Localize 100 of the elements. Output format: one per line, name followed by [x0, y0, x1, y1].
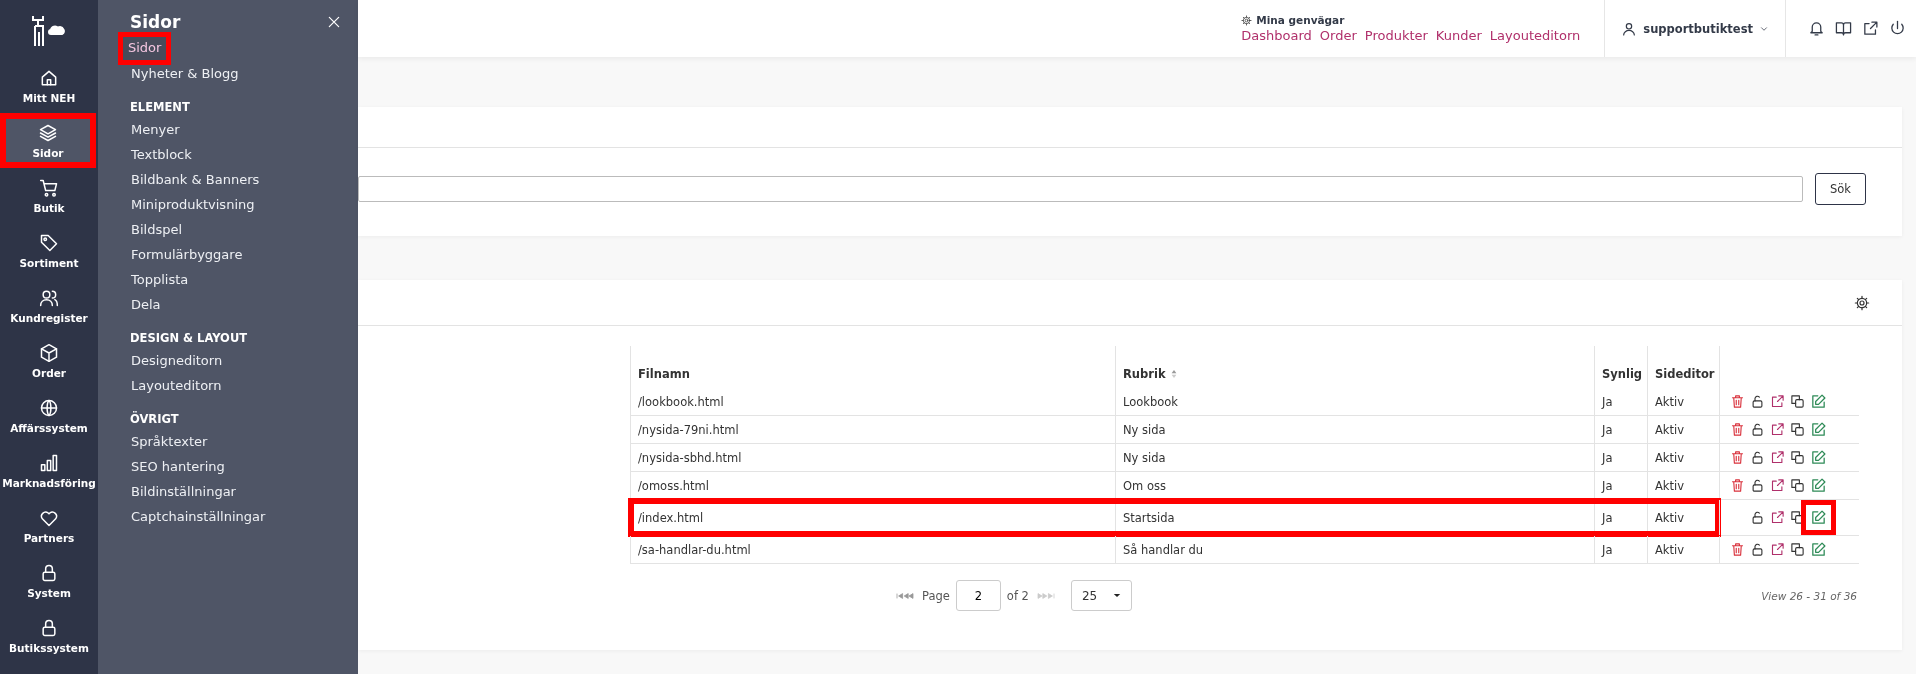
external-link-icon[interactable] — [1770, 509, 1785, 526]
edit-icon — [1810, 477, 1827, 494]
lock-icon[interactable] — [1750, 477, 1765, 494]
copy-icon[interactable] — [1790, 449, 1805, 466]
table-cell: Så handlar du — [1115, 536, 1594, 563]
gear-icon — [1241, 14, 1253, 26]
delete-icon[interactable] — [1730, 477, 1745, 494]
edit-button[interactable] — [1810, 477, 1827, 494]
column-header[interactable]: Rubrik — [1115, 346, 1594, 388]
section-heading: DESIGN & LAYOUT — [130, 330, 248, 347]
lock-icon[interactable] — [1750, 449, 1765, 466]
copy-icon[interactable] — [1790, 421, 1805, 438]
external-link-icon[interactable] — [1770, 541, 1785, 558]
table-cell: Ny sida — [1115, 416, 1594, 443]
page-field[interactable]: 2 — [955, 580, 1001, 611]
menu-link[interactable]: Miniproduktvisning — [130, 192, 256, 217]
copy-icon[interactable] — [1790, 477, 1805, 494]
copy-icon[interactable] — [1790, 541, 1805, 558]
lock-icon — [39, 617, 59, 638]
shortcut-link[interactable]: Kunder — [1435, 28, 1482, 43]
delete-icon[interactable] — [1730, 421, 1745, 438]
layers-icon — [38, 122, 58, 143]
external-link-icon[interactable] — [1770, 393, 1785, 410]
user-icon — [1621, 20, 1638, 37]
lock-icon[interactable] — [1750, 541, 1765, 558]
search-field[interactable] — [358, 176, 1803, 202]
menu-link[interactable]: SEO hantering — [130, 454, 226, 479]
table-cell: Lookbook — [1115, 388, 1594, 415]
nav-item[interactable]: Marknadsföring — [0, 443, 98, 498]
shortcut-link[interactable]: Order — [1319, 28, 1357, 43]
nav-item[interactable]: Mitt NEH — [0, 58, 98, 113]
menu-link[interactable]: Bildinställningar — [130, 479, 237, 504]
lock-icon — [39, 562, 59, 583]
search-button[interactable]: Sök — [1815, 173, 1866, 205]
edit-button[interactable] — [1810, 421, 1827, 438]
edit-icon — [1810, 393, 1827, 410]
nav-item[interactable]: Order — [0, 333, 98, 388]
book-icon[interactable] — [1835, 20, 1852, 37]
bar-chart-icon — [39, 452, 59, 473]
external-link-icon[interactable] — [1770, 477, 1785, 494]
edit-button[interactable] — [1801, 500, 1836, 535]
close-icon — [326, 14, 342, 30]
menu-link[interactable]: Menyer — [130, 117, 181, 142]
table-cell: Ja — [1594, 472, 1647, 499]
power-icon[interactable] — [1889, 20, 1906, 37]
menu-link[interactable]: Designeditorn — [130, 348, 224, 373]
shortcut-link[interactable]: Produkter — [1364, 28, 1428, 43]
nav-item[interactable]: Affärssystem — [0, 388, 98, 443]
edit-button[interactable] — [1810, 449, 1827, 466]
delete-icon[interactable] — [1730, 541, 1745, 558]
shortcut-link[interactable]: Dashboard — [1241, 28, 1312, 43]
nav-item[interactable]: Kundregister — [0, 278, 98, 333]
menu-link[interactable]: Captchainställningar — [130, 504, 267, 529]
table-cell: Ny sida — [1115, 444, 1594, 471]
tag-icon — [39, 232, 59, 253]
external-link-icon[interactable] — [1770, 421, 1785, 438]
box-icon — [39, 342, 59, 363]
copy-icon[interactable] — [1790, 393, 1805, 410]
edit-icon — [1810, 449, 1827, 466]
menu-link[interactable]: Språktexter — [130, 429, 209, 454]
table-cell: /sa-handlar-du.html — [630, 536, 1115, 563]
nav-item[interactable]: Butikssystem — [0, 608, 98, 663]
edit-button[interactable] — [1810, 541, 1827, 558]
table-cell: Startsida — [1115, 500, 1594, 535]
nav-item[interactable]: System — [0, 553, 98, 608]
menu-link[interactable]: Formulärbyggare — [130, 242, 244, 267]
table-cell: Ja — [1594, 416, 1647, 443]
notification-bell-icon[interactable] — [1808, 20, 1825, 37]
menu-link[interactable]: Dela — [130, 292, 162, 317]
table-cell: Aktiv — [1647, 472, 1719, 499]
nav-item[interactable]: Sidor — [0, 113, 96, 168]
menu-link[interactable]: Nyheter & Blogg — [130, 61, 240, 86]
close-button[interactable] — [326, 14, 342, 30]
nav-item[interactable]: Sortiment — [0, 223, 98, 278]
delete-icon[interactable] — [1730, 393, 1745, 410]
delete-icon[interactable] — [1730, 449, 1745, 466]
settings-icon[interactable] — [1854, 294, 1870, 311]
table-cell: Aktiv — [1647, 536, 1719, 563]
section-heading: ELEMENT — [130, 99, 190, 116]
menu-link[interactable]: Bildbank & Banners — [130, 167, 261, 192]
sort-icon[interactable] — [1169, 369, 1178, 379]
shortcut-link[interactable]: Layouteditorn — [1489, 28, 1581, 43]
nav-item[interactable]: Partners — [0, 498, 98, 553]
lock-icon[interactable] — [1750, 393, 1765, 410]
table-cell: /nysida-sbhd.html — [630, 444, 1115, 471]
user-menu[interactable]: supportbutiktest — [1604, 0, 1786, 57]
lock-icon[interactable] — [1750, 421, 1765, 438]
edit-icon — [1810, 541, 1827, 558]
table-cell: /nysida-79ni.html — [630, 416, 1115, 443]
menu-link[interactable]: Bildspel — [130, 217, 184, 242]
external-link-icon[interactable] — [1770, 449, 1785, 466]
edit-button[interactable] — [1810, 393, 1827, 410]
menu-link[interactable]: Textblock — [130, 142, 193, 167]
menu-link[interactable]: Layouteditorn — [130, 373, 223, 398]
lock-icon[interactable] — [1750, 509, 1765, 526]
nav-item[interactable]: Butik — [0, 168, 98, 223]
page-size-select[interactable]: 25 — [1070, 580, 1132, 611]
external-link-icon[interactable] — [1862, 20, 1879, 37]
first-prev-icon[interactable] — [894, 591, 916, 600]
menu-link[interactable]: Topplista — [130, 267, 190, 292]
